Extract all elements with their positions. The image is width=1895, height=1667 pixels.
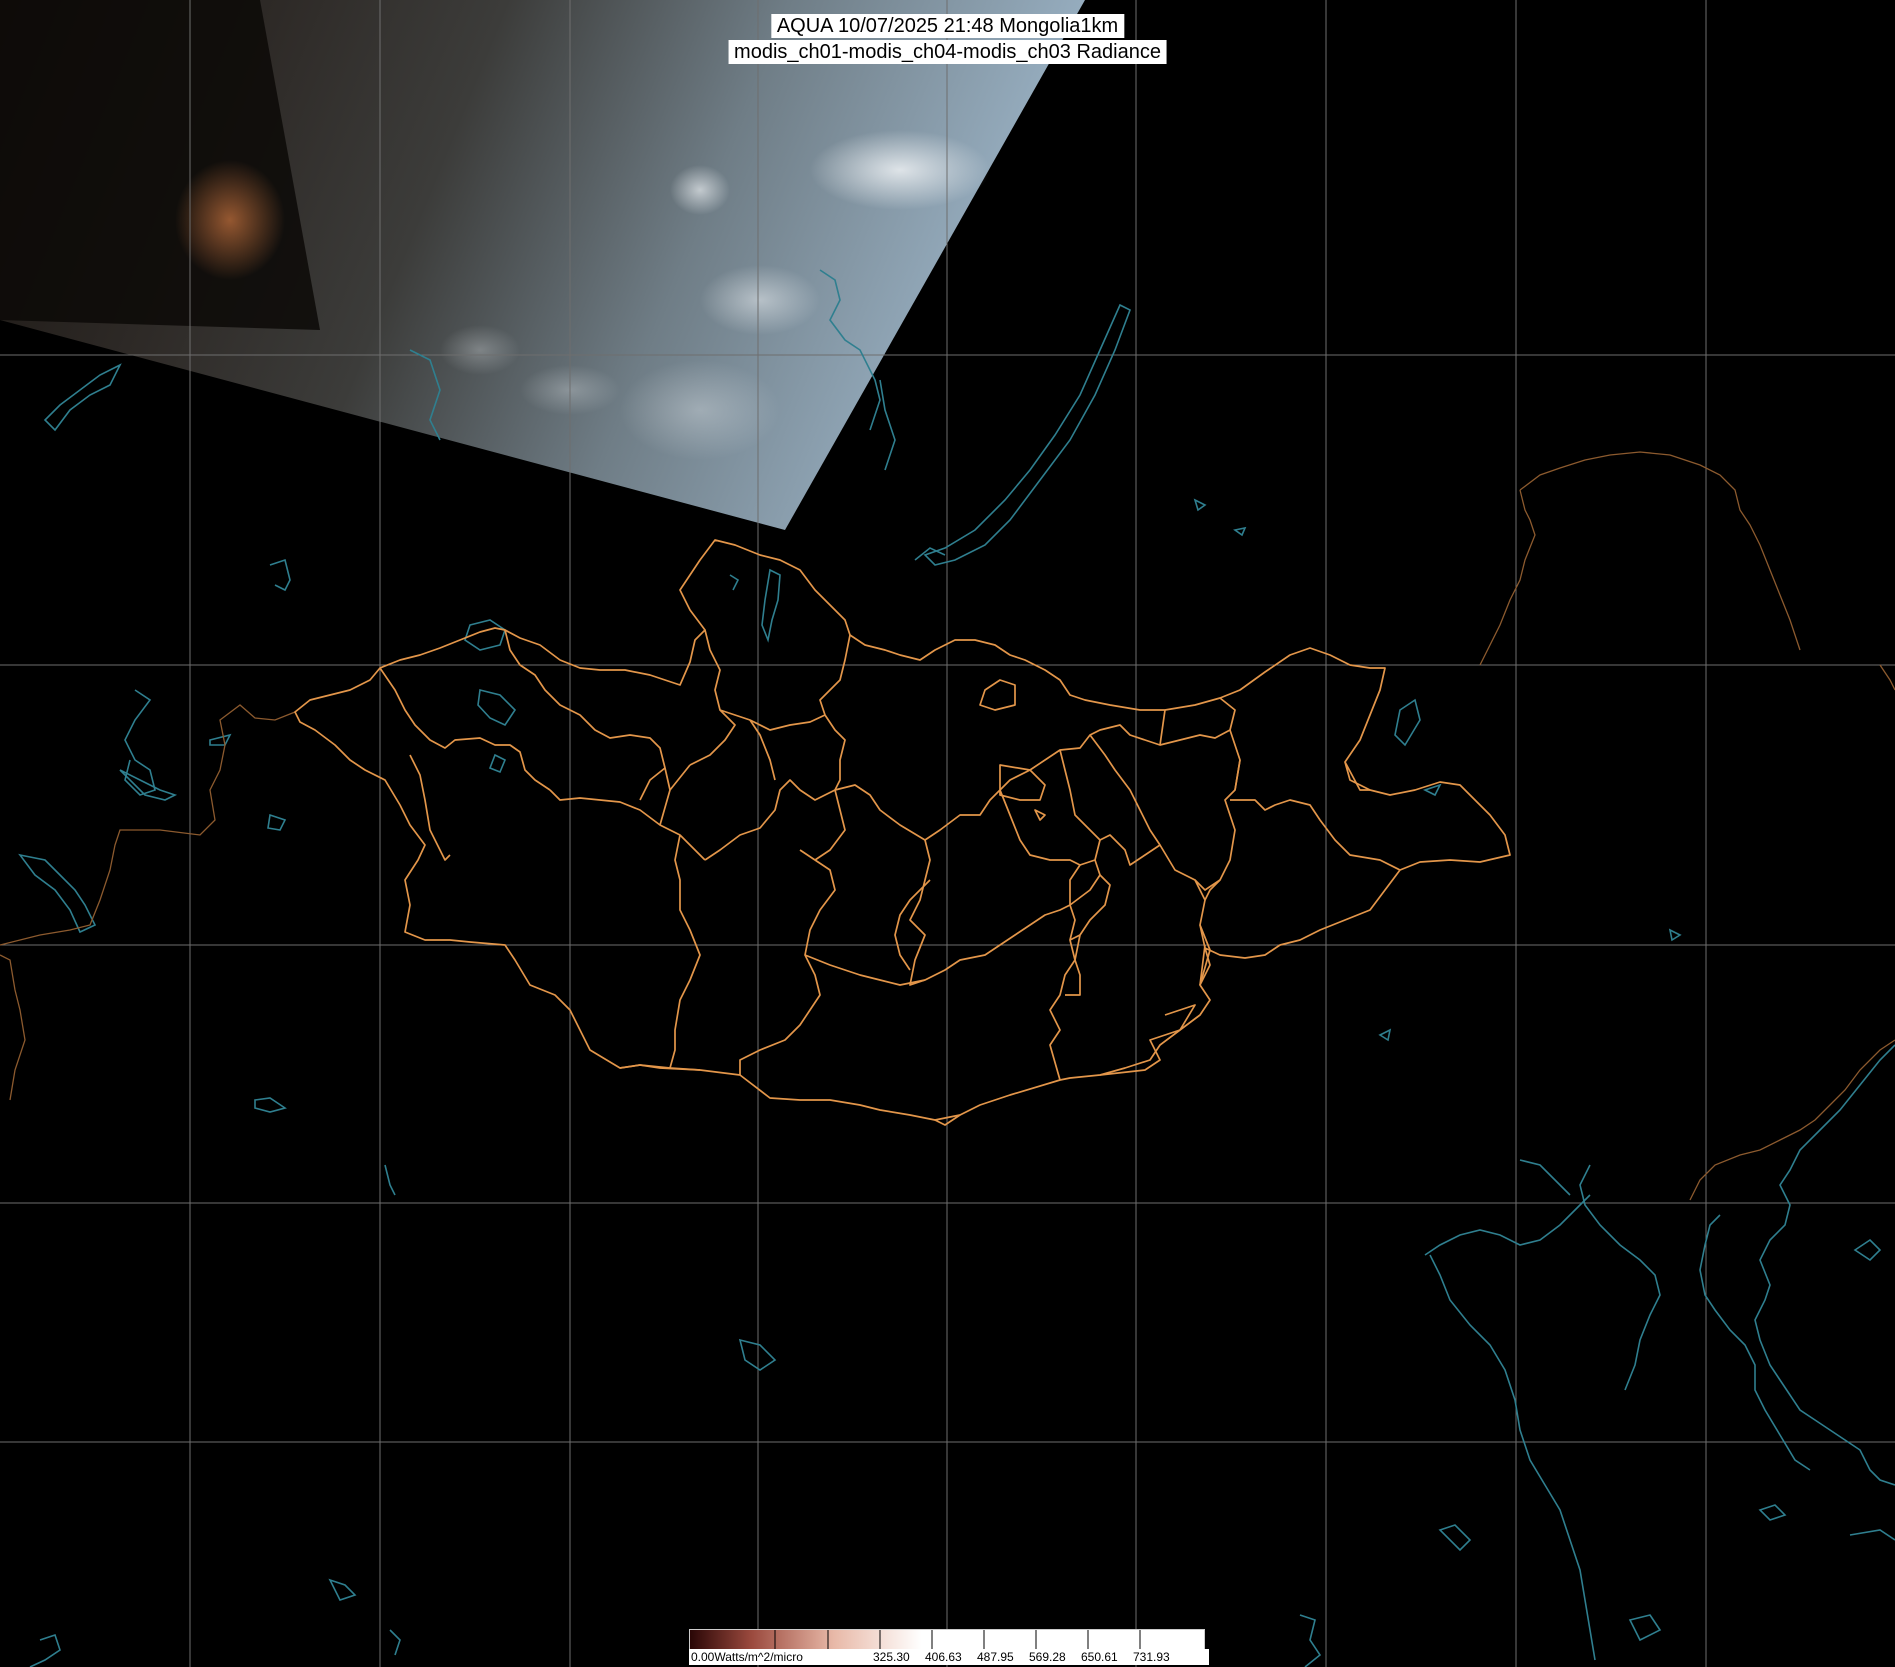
title-line-2: modis_ch01-modis_ch04-modis_ch03 Radianc… (728, 40, 1167, 64)
title-line-1: AQUA 10/07/2025 21:48 Mongolia1km (770, 14, 1125, 38)
colorbar-tick-label: 731.93 (1133, 1650, 1170, 1664)
colorbar-unit-label: 0.00Watts/m^2/micro (691, 1650, 803, 1664)
coastlines (18, 269, 1895, 1667)
satellite-swath (0, 0, 1085, 530)
colorbar-tick-label: 650.61 (1081, 1650, 1118, 1664)
province-borders (294, 539, 1511, 1126)
colorbar-labels: 0.00Watts/m^2/micro 325.30 406.63 487.95… (689, 1649, 1209, 1665)
colorbar-tick-label: 325.30 (873, 1650, 910, 1664)
colorbar-tick-label: 569.28 (1029, 1650, 1066, 1664)
colorbar-tick-label: 487.95 (977, 1650, 1014, 1664)
colorbar (689, 1629, 1205, 1650)
colorbar-ticks (774, 1630, 1141, 1649)
colorbar-tick-label: 406.63 (925, 1650, 962, 1664)
satellite-map (0, 0, 1895, 1667)
